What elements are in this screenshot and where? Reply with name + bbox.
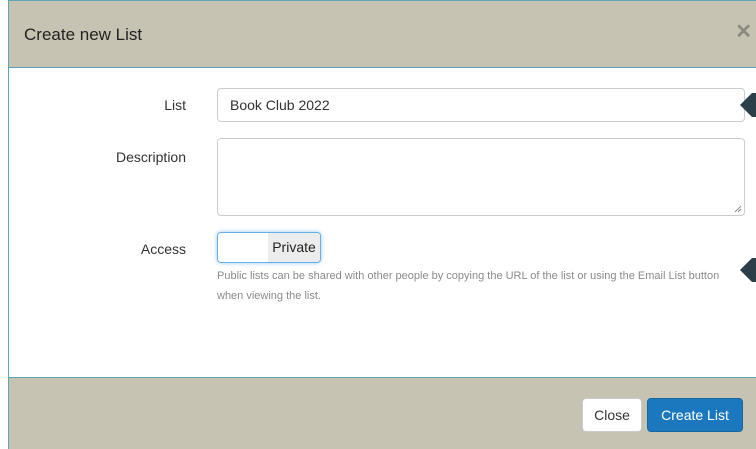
create-list-modal: Create new List ✕ List Book Club 2022 De… — [8, 0, 756, 449]
resize-grip-icon[interactable] — [734, 205, 742, 213]
pointer-marker-icon — [740, 258, 756, 282]
access-help-text: Public lists can be shared with other pe… — [217, 270, 720, 302]
close-button[interactable]: Close — [582, 398, 642, 432]
description-label: Description — [115, 149, 186, 165]
create-list-button[interactable]: Create List — [647, 398, 743, 432]
pointer-marker-icon — [740, 93, 756, 117]
modal-footer: Close Create List — [9, 377, 756, 449]
description-textarea[interactable] — [217, 138, 745, 216]
access-label: Access — [140, 241, 186, 257]
modal-title: Create new List — [24, 25, 143, 44]
access-toggle[interactable]: Private — [217, 232, 321, 263]
modal-header: Create new List ✕ — [9, 1, 756, 68]
access-toggle-label: Private — [268, 233, 320, 262]
list-name-input[interactable]: Book Club 2022 — [217, 88, 745, 122]
toggle-knob — [218, 233, 268, 262]
list-label: List — [164, 97, 186, 113]
close-icon[interactable]: ✕ — [735, 21, 752, 43]
